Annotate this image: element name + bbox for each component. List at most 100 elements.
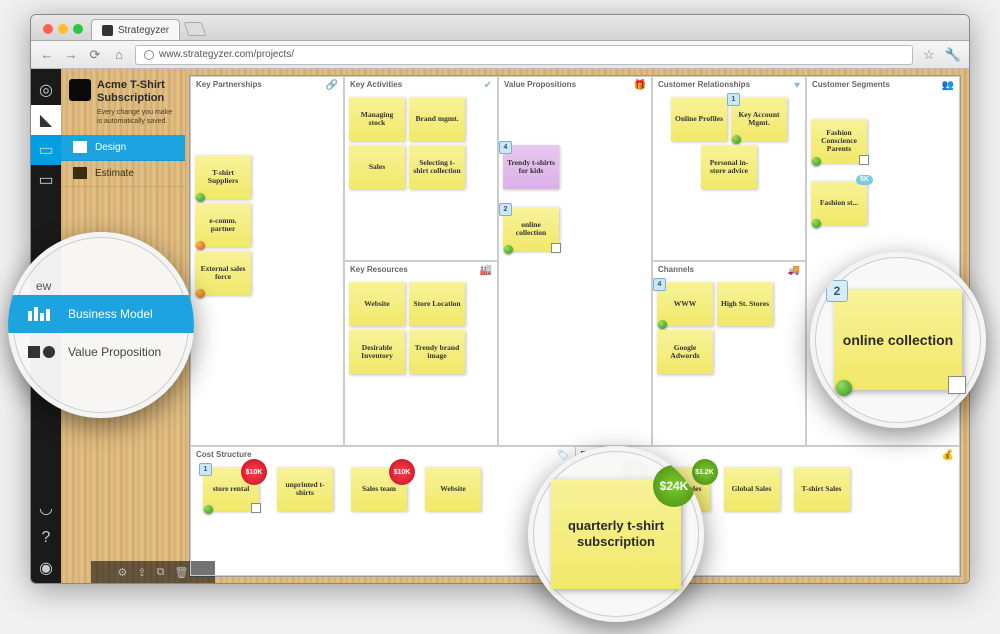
price-badge: $1.2K (692, 459, 718, 485)
zoom-lens-collection-note: online collection 2 (810, 252, 986, 428)
window-controls (43, 24, 83, 34)
check-icon: ✔ (484, 80, 492, 91)
home-button[interactable]: ⌂ (111, 47, 127, 63)
zoom-lens-nav: ew Business Model Value Proposition (8, 232, 194, 418)
url-field[interactable]: www.strategyzer.com/projects/ (135, 45, 913, 65)
sticky-note[interactable]: Website (349, 282, 405, 326)
logo-icon[interactable]: ◎ (31, 75, 61, 105)
sticky-note[interactable]: Trendy t-shirts for kids4 (503, 145, 559, 189)
cell-title: Key Partnerships (196, 80, 262, 89)
zoom-icon[interactable] (73, 24, 83, 34)
note-text: quarterly t-shirt subscription (559, 518, 673, 549)
sticky-note[interactable]: Online Profiles (671, 97, 727, 141)
design-icon (73, 141, 87, 153)
sticky-note[interactable]: Google Adwords (657, 330, 713, 374)
sticky-note[interactable]: Personal in-store advice (701, 145, 757, 189)
sticky-note[interactable]: Trendy brand image (409, 330, 465, 374)
shield-icon[interactable]: ◡ (31, 493, 61, 523)
sticky-note[interactable]: Managing stock (349, 97, 405, 141)
status-dot-icon (812, 219, 821, 228)
count-badge: 1 (199, 463, 212, 476)
status-dot-icon (196, 289, 205, 298)
back-button[interactable]: ← (39, 47, 55, 63)
count-badge: 4 (499, 141, 512, 154)
browser-tab[interactable]: Strategyzer (91, 19, 180, 40)
canvas-tool-icon[interactable]: ▭ (31, 135, 61, 165)
nav-business-model[interactable]: Business Model (8, 295, 194, 333)
count-bubble: 5K (856, 175, 873, 185)
attachment-icon (251, 503, 261, 513)
sticky-note[interactable]: online collection 2 (834, 290, 962, 390)
note-tool-icon[interactable]: ◣ (31, 105, 61, 135)
nav-label: Value Proposition (68, 345, 161, 359)
link-icon: 🔗 (326, 80, 338, 91)
shapes-icon (28, 344, 56, 360)
globe-icon (144, 50, 154, 60)
cell-title: Key Activities (350, 80, 402, 89)
sticky-note[interactable]: WWW4 (657, 282, 713, 326)
cell-key-activities[interactable]: Key Activities ✔ Managing stockBrand mgm… (344, 76, 498, 261)
help-icon[interactable]: ? (31, 523, 61, 553)
sticky-note[interactable]: Selecting t-shirt collection (409, 145, 465, 189)
cell-customer-relationships[interactable]: Customer Relationships ♥ Online Profiles… (652, 76, 806, 261)
user-icon[interactable]: ◉ (31, 553, 61, 583)
estimate-icon (73, 167, 87, 179)
bookmark-button[interactable]: ☆ (921, 47, 937, 63)
cell-title: Customer Relationships (658, 80, 750, 89)
sidebar-item-label: Estimate (95, 168, 134, 179)
settings-button[interactable]: 🔧 (945, 47, 961, 63)
reload-button[interactable]: ⟳ (87, 47, 103, 63)
sidebar-item-design[interactable]: Design (61, 135, 185, 161)
briefcase-icon[interactable]: ▭ (31, 165, 61, 195)
status-dot-icon (204, 505, 213, 514)
sticky-note[interactable]: Global Sales (724, 467, 780, 511)
nav-value-proposition[interactable]: Value Proposition (8, 333, 194, 371)
gear-icon[interactable]: ⚙ (118, 566, 128, 579)
cell-value-propositions[interactable]: Value Propositions 🎁 Trendy t-shirts for… (498, 76, 652, 446)
nav-peek-label: ew (8, 279, 194, 293)
sticky-note[interactable]: High St. Stores (717, 282, 773, 326)
url-text: www.strategyzer.com/projects/ (159, 49, 294, 60)
project-title: Acme T-Shirt Subscription (97, 79, 177, 104)
cell-title: Key Resources (350, 265, 408, 274)
sticky-note[interactable]: Store Location (409, 282, 465, 326)
minimize-icon[interactable] (58, 24, 68, 34)
sticky-note[interactable]: store rental1$10K (203, 467, 259, 511)
price-badge: $10K (389, 459, 415, 485)
sticky-note[interactable]: Sales (349, 145, 405, 189)
share-icon[interactable]: ⇪ (137, 566, 146, 579)
autosave-hint: Every change you make is automatically s… (61, 104, 185, 135)
cell-channels[interactable]: Channels 🚚 WWW4High St. StoresGoogle Adw… (652, 261, 806, 446)
trash-icon[interactable]: 🗑 (174, 566, 188, 579)
sticky-note[interactable]: Fashion st...5K (811, 181, 867, 225)
sticky-note[interactable]: unprinted t-shirts (277, 467, 333, 511)
sidebar-item-estimate[interactable]: Estimate (61, 161, 185, 187)
sticky-note[interactable]: e-comm. partner (195, 203, 251, 247)
cell-title: Channels (658, 265, 694, 274)
count-badge: 1 (727, 93, 740, 106)
nav-label: Business Model (68, 307, 153, 321)
sticky-note[interactable]: Sales team$10K (351, 467, 407, 511)
sticky-note[interactable]: Website (425, 467, 481, 511)
sticky-note[interactable]: T-shirt Sales (794, 467, 850, 511)
sticky-note[interactable]: quarterly t-shirt subscription $24K (551, 479, 681, 589)
bars-icon (28, 306, 56, 322)
sticky-note[interactable]: online collection2 (503, 207, 559, 251)
sticky-note[interactable]: Desirable Inventory (349, 330, 405, 374)
status-dot-icon (504, 245, 513, 254)
sticky-note[interactable]: Fashion Conscience Parents (811, 119, 867, 163)
sticky-note[interactable]: T-shirt Suppliers (195, 155, 251, 199)
sticky-note[interactable]: Key Account Mgmt.1 (731, 97, 787, 141)
cell-key-resources[interactable]: Key Resources 🏭 WebsiteStore LocationDes… (344, 261, 498, 446)
cell-title: Cost Structure (196, 450, 252, 459)
project-logo-icon (69, 79, 91, 101)
forward-button[interactable]: → (63, 47, 79, 63)
sticky-note[interactable]: Brand mgmt. (409, 97, 465, 141)
close-icon[interactable] (43, 24, 53, 34)
new-tab-button[interactable] (184, 22, 207, 36)
copy-icon[interactable]: ⧉ (157, 566, 165, 579)
sticky-note[interactable]: External sales force (195, 251, 251, 295)
status-dot-icon (836, 380, 852, 396)
factory-icon: 🏭 (480, 265, 492, 276)
cell-key-partnerships[interactable]: Key Partnerships 🔗 T-shirt Supplierse-co… (190, 76, 344, 446)
